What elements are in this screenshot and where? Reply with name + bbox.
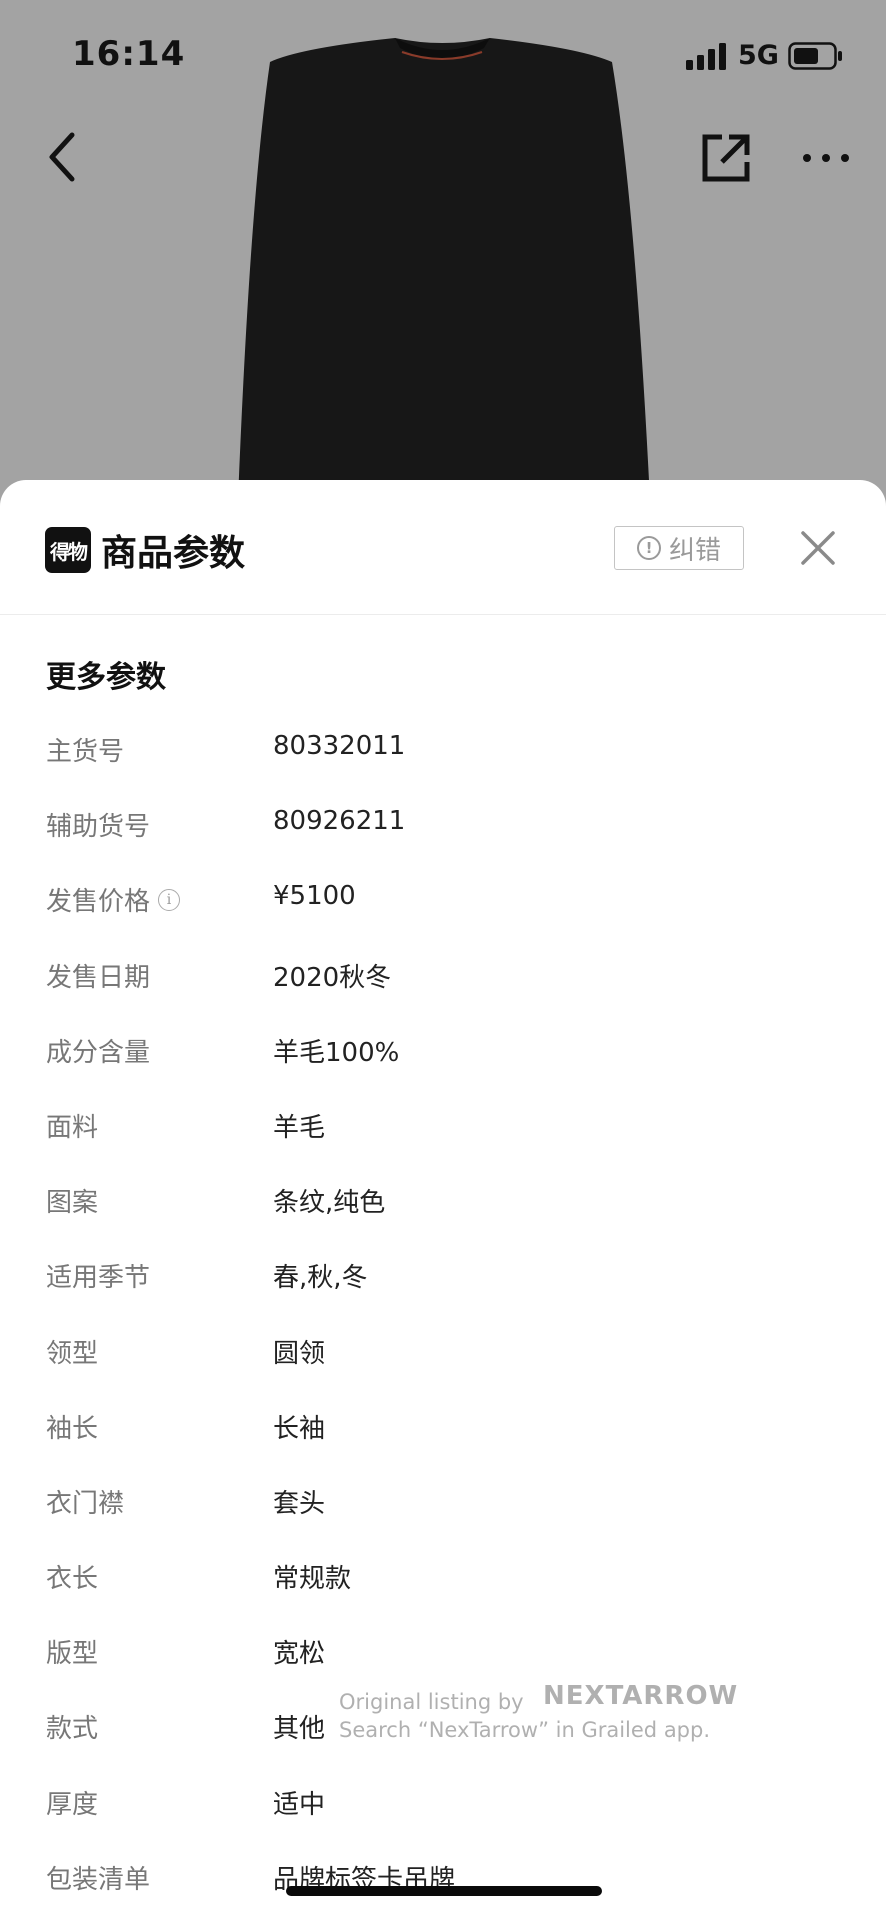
param-label: 包装清单 [46,1864,151,1895]
param-label: 袖长 [46,1413,99,1444]
param-row: 主货号 80332011 [0,715,886,790]
param-value: 2020秋冬 [273,962,392,993]
param-label-text: 发售价格 [46,887,151,918]
param-label: 厚度 [46,1789,99,1820]
param-label: 款式 [46,1714,99,1745]
param-label: 面料 [46,1112,99,1143]
param-row: 袖长 长袖 [0,1392,886,1467]
network-type: 5G [738,40,779,71]
param-row: 衣门襟 套头 [0,1467,886,1542]
info-icon[interactable]: i [158,888,181,911]
param-row: 包装清单 品牌标签卡吊牌 [0,1843,886,1918]
param-label: 版型 [46,1639,99,1670]
param-value: 80926211 [273,806,406,837]
param-value: 常规款 [273,1564,352,1595]
param-label: 发售日期 [46,962,151,993]
param-value: 适中 [273,1789,326,1820]
param-row: 发售价格 i ¥5100 [0,865,886,940]
param-value: 圆领 [273,1338,326,1369]
param-row: 图案 条纹,纯色 [0,1166,886,1241]
param-value: 春,秋,冬 [273,1263,368,1294]
param-row: 领型 圆领 [0,1317,886,1392]
param-row: 面料 羊毛 [0,1091,886,1166]
param-value: ¥5100 [273,881,356,912]
param-label: 主货号 [46,737,125,767]
more-button[interactable] [798,130,854,186]
param-row: 成分含量 羊毛100% [0,1016,886,1091]
app-logo-text: 得物 [50,539,88,564]
watermark: Original listing by Search “NexTarrow” i… [339,1682,737,1744]
status-bar: 16:14 5G [0,0,886,110]
param-row: 发售日期 2020秋冬 [0,941,886,1016]
sheet-title: 商品参数 [101,533,246,574]
params-sheet: 得物 商品参数 ! 纠错 更多参数 主货号 80332011 辅助货号 809262… [0,480,886,1920]
close-icon [801,531,835,565]
chevron-left-icon [49,132,75,182]
param-value: 条纹,纯色 [273,1188,386,1219]
param-value: 宽松 [273,1639,326,1670]
app-logo: 得物 [45,527,91,573]
battery-icon [788,42,842,70]
home-indicator[interactable] [286,1886,602,1896]
param-label: 衣门襟 [46,1488,125,1519]
param-label: 适用季节 [46,1263,151,1294]
watermark-line2: Search “NexTarrow” in Grailed app. [339,1718,711,1742]
sheet-header: 得物 商品参数 ! 纠错 [0,480,886,615]
param-label: 图案 [46,1188,99,1219]
correct-button[interactable]: ! 纠错 [614,526,744,570]
param-label: 衣长 [46,1564,99,1595]
back-button[interactable] [40,125,88,191]
param-row: 衣长 常规款 [0,1542,886,1617]
alert-icon: ! [636,536,661,560]
share-icon [702,134,750,182]
param-value: 套头 [273,1488,326,1519]
share-button[interactable] [700,132,752,184]
param-value: 羊毛 [273,1112,326,1143]
param-label: 领型 [46,1338,99,1369]
param-value: 羊毛100% [273,1037,400,1068]
watermark-brand: NEXTARROW [543,1681,739,1711]
more-icon [803,154,849,162]
param-value: 80332011 [273,731,406,761]
signal-icon [686,43,726,70]
param-value: 长袖 [273,1413,326,1444]
param-label: 辅助货号 [46,812,151,843]
param-row: 适用季节 春,秋,冬 [0,1241,886,1316]
correct-label: 纠错 [668,535,721,566]
param-row: 辅助货号 80926211 [0,790,886,865]
param-label-with-info: 发售价格 i [46,881,181,918]
param-value: 其他 [273,1714,326,1745]
param-row: 厚度 适中 [0,1768,886,1843]
param-label: 成分含量 [46,1037,151,1068]
section-title: 更多参数 [46,660,166,695]
param-row: 版型 宽松 [0,1617,886,1692]
status-time: 16:14 [72,34,186,74]
close-button[interactable] [798,528,838,568]
